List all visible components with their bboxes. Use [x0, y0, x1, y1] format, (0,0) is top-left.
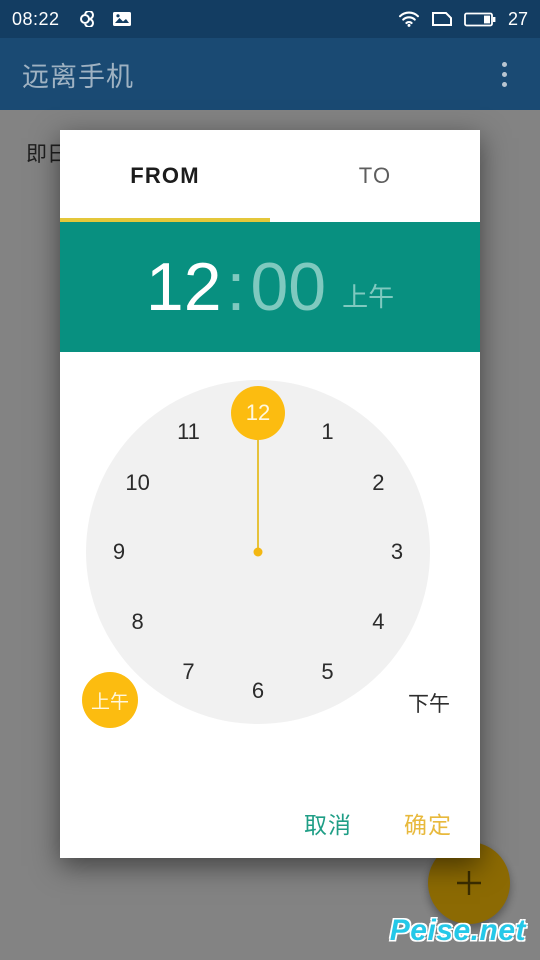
- time-display-header: 12 : 00 上午: [60, 222, 480, 352]
- minutes-value[interactable]: 00: [250, 253, 326, 321]
- app-bar: 远离手机: [0, 38, 540, 110]
- clock-number-4[interactable]: 4: [356, 600, 400, 644]
- time-picker-dialog: FROM TO 12 : 00 上午 12 上午 下午 取消 确定 12 3 456…: [60, 130, 480, 858]
- hours-value[interactable]: 12: [146, 253, 222, 321]
- pm-button[interactable]: 下午: [408, 688, 450, 718]
- sim-card-icon: [431, 12, 452, 26]
- tab-to[interactable]: TO: [270, 163, 480, 189]
- wifi-icon: [398, 11, 420, 27]
- clock-number-7[interactable]: 7: [167, 650, 211, 694]
- clock-number-9[interactable]: 9: [97, 530, 141, 574]
- cancel-button[interactable]: 取消: [304, 806, 352, 840]
- am-button[interactable]: 上午: [82, 672, 138, 728]
- page-title: 远离手机: [22, 61, 134, 92]
- dialog-tab-bar: FROM TO: [60, 130, 480, 222]
- battery-level-label: 27: [507, 8, 528, 29]
- status-clock: 08:22: [12, 8, 60, 29]
- ok-button[interactable]: 确定: [404, 806, 452, 840]
- tab-active-indicator: [60, 218, 270, 222]
- overflow-menu-icon[interactable]: [490, 57, 518, 91]
- clock-center-dot: [253, 547, 263, 557]
- clock-selector-circle[interactable]: 12: [231, 386, 285, 440]
- clock-number-8[interactable]: 8: [116, 600, 160, 644]
- dialog-actions: 取消 确定: [304, 806, 452, 840]
- status-bar: 08:22 27: [0, 0, 540, 38]
- clock-number-2[interactable]: 2: [356, 461, 400, 505]
- image-icon: [112, 12, 131, 26]
- clock-number-10[interactable]: 10: [116, 461, 160, 505]
- clock-number-6[interactable]: 6: [236, 669, 280, 713]
- clock-number-3[interactable]: 3: [375, 530, 419, 574]
- meridiem-label: 上午: [342, 281, 395, 312]
- clock-hand: [257, 440, 259, 552]
- clock-number-1[interactable]: 1: [306, 410, 350, 454]
- clock-number-11[interactable]: 11: [167, 410, 211, 454]
- time-separator: :: [226, 249, 246, 325]
- infinity-icon: [79, 11, 94, 27]
- battery-icon: [464, 12, 496, 26]
- clock-picker-body: 12 上午 下午 取消 确定 1 2 3 4 5 6 7 8 9 10 11: [60, 352, 480, 858]
- clock-number-5[interactable]: 5: [306, 650, 350, 694]
- site-watermark: Peise.net: [389, 914, 526, 947]
- tab-from[interactable]: FROM: [60, 163, 270, 189]
